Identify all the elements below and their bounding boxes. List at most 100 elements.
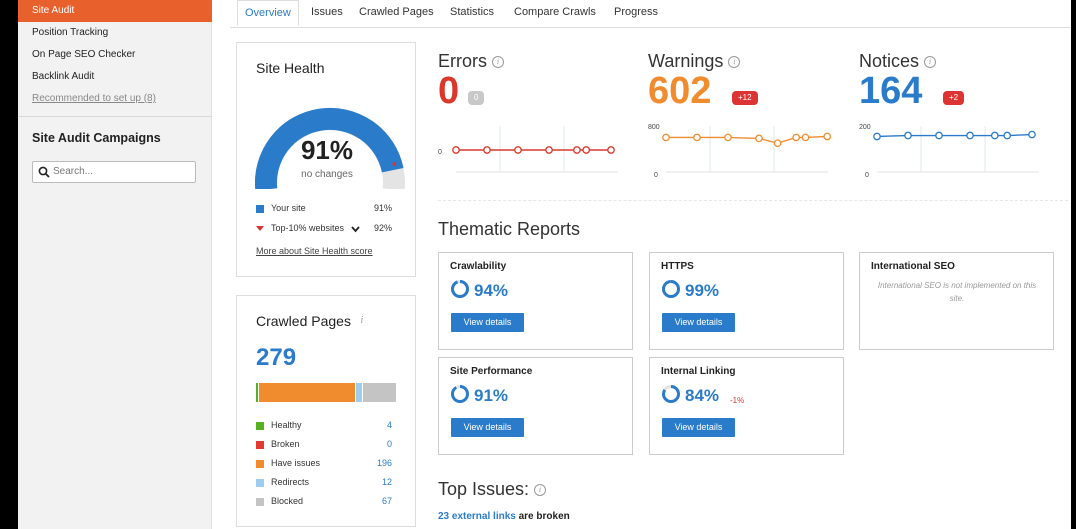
- tab-statistics[interactable]: Statistics: [443, 0, 501, 26]
- progress-ring-icon: [451, 280, 469, 298]
- more-about-health-link[interactable]: More about Site Health score: [256, 246, 373, 256]
- sidebar-divider: [18, 116, 212, 117]
- errors-value[interactable]: 0: [438, 70, 459, 113]
- tab-compare-crawls[interactable]: Compare Crawls: [507, 0, 603, 26]
- notices-label: Notices i: [859, 51, 937, 72]
- legend-item: Healthy 4: [256, 420, 392, 434]
- legend-value: 91%: [373, 203, 392, 213]
- legend-value[interactable]: 4: [387, 420, 392, 430]
- crawled-pages-bar: [256, 383, 397, 402]
- legend-value[interactable]: 12: [382, 477, 392, 487]
- warnings-delta-badge: +12: [732, 91, 758, 105]
- legend-swatch: [256, 422, 264, 430]
- data-point[interactable]: [545, 146, 553, 154]
- view-details-button[interactable]: View details: [662, 418, 735, 437]
- data-point[interactable]: [1003, 131, 1012, 140]
- legend-your-site: Your site 91%: [256, 203, 392, 217]
- progress-ring-icon: [662, 280, 680, 298]
- data-point[interactable]: [904, 131, 912, 140]
- view-details-button[interactable]: View details: [451, 418, 524, 437]
- issue-item: 23 external links are broken: [438, 511, 570, 522]
- warnings-value[interactable]: 602: [648, 70, 711, 113]
- info-icon[interactable]: i: [728, 56, 741, 69]
- legend-value[interactable]: 0: [387, 439, 392, 449]
- thematic-reports-title: Thematic Reports: [438, 219, 581, 239]
- sidebar-item-on-page-seo-checker[interactable]: On Page SEO Checker: [18, 44, 212, 66]
- crawled-pages-title: Crawled Pages i: [256, 313, 368, 329]
- bar-segment: [258, 383, 356, 402]
- triangle-down-icon: [256, 226, 264, 231]
- report-percent: 91%: [474, 386, 509, 405]
- data-point[interactable]: [792, 133, 801, 142]
- report-international-seo: International SEO International SEO is no…: [859, 252, 1054, 350]
- legend-item: Blocked 67: [256, 496, 392, 510]
- info-icon[interactable]: i: [492, 56, 504, 69]
- legend-label: Healthy: [271, 420, 302, 430]
- legend-value[interactable]: 67: [382, 496, 392, 506]
- report-internal-linking: Internal Linking 84% -1% View details: [649, 357, 844, 455]
- issue-link[interactable]: 23 external links: [438, 511, 516, 522]
- legend-item: Redirects 12: [256, 477, 392, 491]
- tab-crawled-pages[interactable]: Crawled Pages: [352, 0, 441, 26]
- site-health-change: no changes: [301, 169, 353, 180]
- legend-label: Blocked: [271, 496, 304, 506]
- search-placeholder: Search...: [53, 166, 94, 177]
- tabs-underline: [230, 27, 1071, 28]
- report-crawlability: Crawlability 94% View details: [438, 252, 633, 350]
- sidebar-item-backlink-audit[interactable]: Backlink Audit: [18, 66, 212, 88]
- legend-top-websites[interactable]: Top-10% websites 92%: [256, 223, 392, 237]
- tab-issues[interactable]: Issues: [304, 0, 350, 26]
- data-point[interactable]: [724, 133, 732, 142]
- report-title: Site Performance: [450, 366, 533, 377]
- legend-label: Have issues: [271, 458, 321, 468]
- data-point[interactable]: [1028, 130, 1036, 139]
- data-point[interactable]: [873, 132, 881, 141]
- notices-value[interactable]: 164: [859, 70, 922, 113]
- sidebar-item-position-tracking[interactable]: Position Tracking: [18, 22, 212, 44]
- crawled-pages-card: Crawled Pages i 279 Healthy 4 Broken 0 Have i…: [236, 295, 416, 527]
- report-note: International SEO is not implemented on …: [877, 281, 1037, 303]
- report-title: Internal Linking: [661, 366, 736, 377]
- info-icon[interactable]: i: [924, 56, 937, 69]
- view-details-button[interactable]: View details: [662, 313, 735, 332]
- tab-progress[interactable]: Progress: [607, 0, 665, 26]
- report-title: HTTPS: [661, 261, 694, 272]
- progress-ring-icon: [451, 385, 469, 403]
- data-point[interactable]: [801, 133, 810, 142]
- data-point[interactable]: [693, 133, 701, 142]
- chevron-down-icon[interactable]: [351, 226, 360, 233]
- info-icon[interactable]: i: [356, 316, 368, 328]
- info-icon[interactable]: i: [534, 484, 547, 497]
- data-point[interactable]: [452, 146, 460, 154]
- search-input[interactable]: Search...: [32, 161, 196, 183]
- axis-tick-label: 0: [865, 172, 869, 179]
- data-point[interactable]: [662, 133, 670, 142]
- view-details-button[interactable]: View details: [451, 313, 524, 332]
- sidebar-item-site-audit[interactable]: Site Audit: [18, 0, 212, 22]
- report-site-performance: Site Performance 91% View details: [438, 357, 633, 455]
- data-point[interactable]: [935, 131, 943, 140]
- crawled-pages-total[interactable]: 279: [256, 344, 296, 372]
- data-point[interactable]: [966, 131, 974, 140]
- data-point[interactable]: [573, 146, 581, 154]
- bar-segment: [256, 383, 258, 402]
- data-point[interactable]: [582, 146, 591, 154]
- data-point[interactable]: [483, 146, 491, 154]
- data-point[interactable]: [607, 146, 615, 154]
- sidebar: Site Audit Position Tracking On Page SEO…: [18, 0, 212, 529]
- sidebar-item-recommended[interactable]: Recommended to set up (8): [18, 88, 212, 110]
- tab-overview[interactable]: Overview: [237, 0, 299, 26]
- legend-value: 92%: [373, 223, 392, 233]
- app-frame: Site Audit Position Tracking On Page SEO…: [18, 0, 1071, 529]
- data-point[interactable]: [773, 139, 782, 148]
- report-percent: 94%: [474, 281, 509, 300]
- warnings-sparkline: 800 0: [648, 124, 832, 179]
- legend-value[interactable]: 196: [377, 458, 392, 468]
- legend-swatch: [256, 460, 264, 468]
- section-divider: [438, 200, 1068, 201]
- legend-swatch: [256, 498, 264, 506]
- data-point[interactable]: [755, 134, 763, 143]
- data-point[interactable]: [990, 131, 999, 140]
- data-point[interactable]: [823, 132, 832, 141]
- data-point[interactable]: [514, 146, 522, 154]
